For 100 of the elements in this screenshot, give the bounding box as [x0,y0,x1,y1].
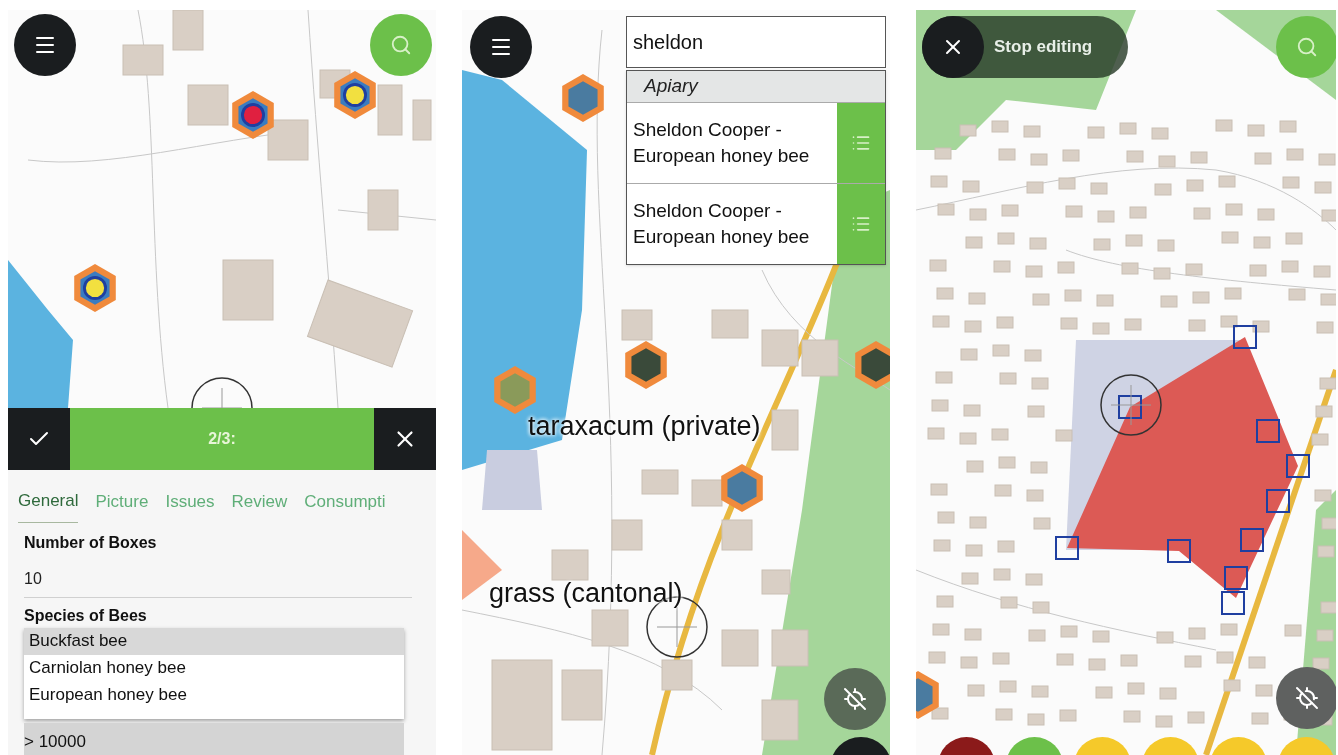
building-shape [222,259,274,321]
building-shape [1157,239,1175,252]
building-shape [1062,149,1080,162]
building-shape [935,371,953,384]
building-shape [1127,682,1145,695]
building-shape [412,99,432,141]
building-shape [1093,238,1111,251]
search-result[interactable]: Sheldon Cooper - European honey bee [627,103,837,183]
building-shape [1317,545,1335,558]
building-shape [1216,651,1234,664]
search-result[interactable]: Sheldon Cooper - European honey bee [627,184,837,264]
building-shape [1095,686,1113,699]
search-field[interactable]: sheldon [626,16,886,68]
hexagon-marker-icon[interactable] [916,671,939,719]
building-shape [1312,657,1330,670]
building-shape [1255,684,1273,697]
building-shape [1156,631,1174,644]
building-shape [661,659,693,691]
building-shape [992,652,1010,665]
building-shape [936,287,954,300]
building-shape [960,656,978,669]
hexagon-marker-icon[interactable] [334,71,376,119]
building-shape [1321,517,1336,530]
building-shape [1218,175,1236,188]
list-option[interactable]: Carniolan honey bee [24,654,404,682]
input-field[interactable]: 10 [24,554,412,598]
location-off-icon [843,687,867,711]
building-shape [1154,183,1172,196]
building-shape [996,316,1014,329]
building-shape [771,409,799,451]
vertex-handle[interactable] [1118,395,1142,419]
building-shape [1120,654,1138,667]
vertex-handle[interactable] [1224,566,1248,590]
hexagon-marker-icon[interactable] [562,74,604,122]
building-shape [1314,181,1332,194]
hexagon-marker-icon[interactable] [232,91,274,139]
hexagon-marker-icon[interactable] [721,464,763,512]
building-shape [1320,293,1336,306]
crosshair-icon [191,377,253,408]
building-shape [1192,291,1210,304]
vertex-handle[interactable] [1055,536,1079,560]
vertex-handle[interactable] [1286,454,1310,478]
building-shape [187,84,229,126]
vertex-handle[interactable] [1221,591,1245,615]
building-shape [964,628,982,641]
tab[interactable]: General [18,488,79,523]
field-label: Species of Bees [24,605,148,626]
building-shape [551,549,589,581]
close-button[interactable] [374,408,436,470]
building-shape [1220,623,1238,636]
building-shape [1284,624,1302,637]
building-shape [1126,150,1144,163]
building-shape [172,10,204,51]
hexagon-marker-icon[interactable] [74,264,116,312]
vertex-handle[interactable] [1233,325,1257,349]
building-shape [1187,711,1205,724]
vertex-handle[interactable] [1266,489,1290,513]
building-shape [991,428,1009,441]
building-shape [122,44,164,76]
building-shape [962,180,980,193]
stop-editing-bar[interactable]: Stop editing [922,16,1128,78]
building-shape [761,329,799,367]
building-shape [1193,207,1211,220]
hexagon-marker-icon[interactable] [494,366,536,414]
building-shape [1024,349,1042,362]
building-shape [1285,232,1303,245]
polygon-shape[interactable] [1067,337,1298,598]
building-shape [1190,151,1208,164]
building-shape [937,203,955,216]
vertex-handle[interactable] [1240,528,1264,552]
hexagon-marker-icon[interactable] [625,341,667,389]
building-shape [936,595,954,608]
building-shape [1030,153,1048,166]
hexagon-marker-icon[interactable] [855,341,890,389]
vertex-handle[interactable] [1167,539,1191,563]
building-shape [1159,687,1177,700]
building-shape [1026,489,1044,502]
building-shape [998,456,1016,469]
building-shape [1096,294,1114,307]
list-icon [851,133,871,153]
building-shape [959,124,977,137]
list-option[interactable]: Buckfast bee [24,627,404,655]
building-shape [1221,231,1239,244]
building-shape [1158,155,1176,168]
list-option[interactable]: European honey bee [24,681,404,709]
building-shape [967,684,985,697]
building-shape [963,404,981,417]
vertex-handle[interactable] [1256,419,1280,443]
building-shape [992,344,1010,357]
building-shape [1028,629,1046,642]
building-shape [1123,710,1141,723]
search-icon [390,34,412,56]
building-shape [771,629,809,667]
building-shape [1025,573,1043,586]
building-shape [1097,210,1115,223]
building-shape [1090,182,1108,195]
select-field[interactable]: > 10000 [24,722,404,755]
building-shape [1315,405,1333,418]
building-shape [1155,715,1173,728]
field-label: Number of Boxes [24,532,158,553]
